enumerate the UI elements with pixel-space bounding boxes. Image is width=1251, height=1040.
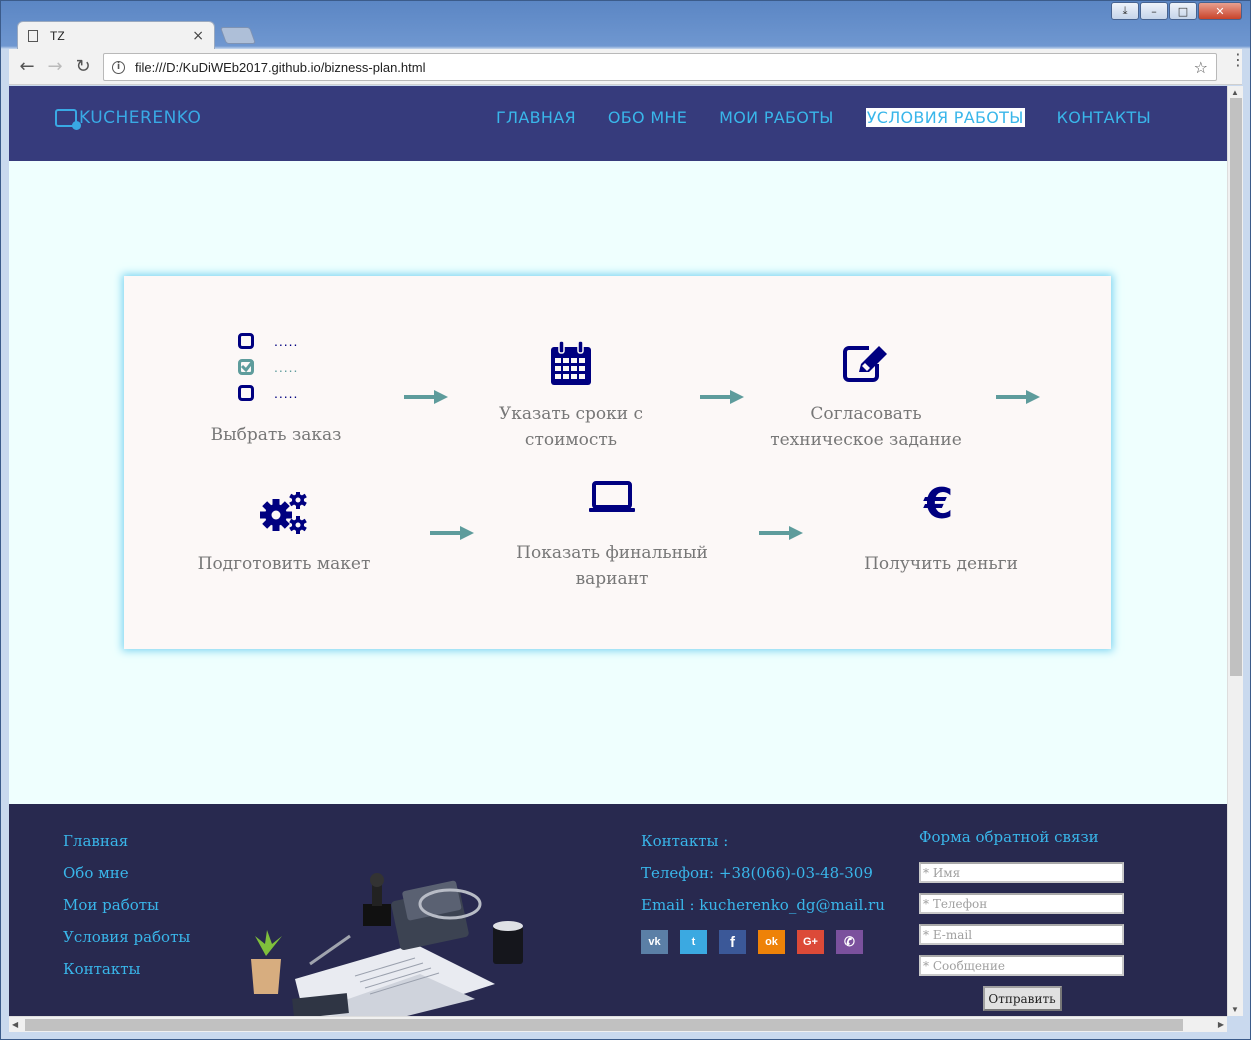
tab-close-icon[interactable]: × <box>192 28 204 44</box>
google-plus-icon[interactable]: G+ <box>797 930 824 954</box>
scroll-left-icon[interactable]: ◀ <box>12 1020 18 1029</box>
close-window-button[interactable]: ✕ <box>1198 2 1242 20</box>
nav-home[interactable]: ГЛАВНАЯ <box>496 108 576 127</box>
viber-icon[interactable]: ✆ <box>836 930 863 954</box>
nav-terms[interactable]: УСЛОВИЯ РАБОТЫ <box>865 108 1025 127</box>
step-label-show-final: Показать финальный вариант <box>516 543 708 589</box>
stationery-mockup-image <box>251 873 523 1016</box>
footer-link-home[interactable]: Главная <box>63 832 190 864</box>
arrow-right-icon <box>430 526 474 540</box>
bookmark-star-icon[interactable]: ☆ <box>1194 58 1208 77</box>
step-label-set-terms: Указать сроки с стоимость <box>498 404 644 450</box>
message-field[interactable] <box>919 955 1124 976</box>
horizontal-scrollbar[interactable]: ◀ ▶ <box>9 1016 1227 1032</box>
vk-icon[interactable]: vk <box>641 930 668 954</box>
email-field[interactable] <box>919 924 1124 945</box>
site-header: KUCHERENKO ГЛАВНАЯ ОБО МНЕ МОИ РАБОТЫ УС… <box>9 86 1227 161</box>
new-tab-button[interactable] <box>219 27 257 44</box>
name-field[interactable] <box>919 862 1124 883</box>
social-links: vk t f ok G+ ✆ <box>641 930 885 962</box>
info-icon[interactable]: i <box>112 60 125 74</box>
euro-icon: € <box>924 479 954 528</box>
arrow-right-icon <box>996 390 1040 404</box>
odnoklassniki-icon[interactable]: ok <box>758 930 785 954</box>
footer-link-contacts[interactable]: Контакты <box>63 960 190 992</box>
edit-icon <box>843 346 887 382</box>
site-logo[interactable]: KUCHERENKO <box>55 108 202 130</box>
step-label-get-money: Получить деньги <box>864 554 1018 574</box>
nav-about[interactable]: ОБО МНЕ <box>608 108 687 127</box>
laptop-icon <box>589 481 635 512</box>
url-text[interactable]: file:///D:/KuDiWEb2017.github.io/bizness… <box>135 60 1194 75</box>
browser-toolbar: ← → ↻ i file:///D:/KuDiWEb2017.github.io… <box>9 49 1246 85</box>
site-footer: Главная Обо мне Мои работы Условия работ… <box>9 804 1227 1016</box>
step-label-agree-spec: Согласовать техническое задание <box>770 404 962 450</box>
logo-text: KUCHERENKO <box>79 108 202 128</box>
forward-button[interactable]: → <box>41 53 69 81</box>
footer-link-terms[interactable]: Условия работы <box>63 928 190 960</box>
twitter-icon[interactable]: t <box>680 930 707 954</box>
nav-works[interactable]: МОИ РАБОТЫ <box>719 108 834 127</box>
nav-contacts[interactable]: КОНТАКТЫ <box>1057 108 1151 127</box>
browser-menu-icon[interactable]: ⋮ <box>1230 52 1246 68</box>
back-button[interactable]: ← <box>13 53 41 81</box>
footer-link-about[interactable]: Обо мне <box>63 864 190 896</box>
contact-phone[interactable]: Телефон: +38(066)-03-48-309 <box>641 864 885 896</box>
contacts-title: Контакты : <box>641 832 729 850</box>
horizontal-scroll-thumb[interactable] <box>25 1019 1183 1031</box>
footer-nav: Главная Обо мне Мои работы Условия работ… <box>63 832 190 992</box>
contact-email[interactable]: Email : kucherenko_dg@mail.ru <box>641 896 885 928</box>
phone-field[interactable] <box>919 893 1124 914</box>
scroll-down-icon[interactable]: ▼ <box>1231 1005 1239 1014</box>
window-controls: ⤓ – □ ✕ <box>1111 2 1242 20</box>
step-label-choose-order: Выбрать заказ <box>210 425 342 445</box>
minimize-button[interactable]: – <box>1140 2 1168 20</box>
scroll-right-icon[interactable]: ▶ <box>1218 1020 1224 1029</box>
restore-icon[interactable]: ⤓ <box>1111 2 1139 20</box>
scroll-up-icon[interactable]: ▲ <box>1231 88 1239 97</box>
logo-icon <box>55 109 81 130</box>
document-icon <box>28 29 38 42</box>
main-nav: ГЛАВНАЯ ОБО МНЕ МОИ РАБОТЫ УСЛОВИЯ РАБОТ… <box>496 108 1151 127</box>
maximize-button[interactable]: □ <box>1169 2 1197 20</box>
page-viewport: KUCHERENKO ГЛАВНАЯ ОБО МНЕ МОИ РАБОТЫ УС… <box>9 86 1227 1016</box>
submit-button[interactable]: Отправить <box>982 986 1062 1011</box>
checklist-icon: ..... ..... ..... <box>238 328 298 406</box>
feedback-form: Форма обратной связи Отправить <box>919 828 1125 1011</box>
vertical-scrollbar[interactable]: ▲ ▼ <box>1227 86 1243 1016</box>
facebook-icon[interactable]: f <box>719 930 746 954</box>
gears-icon <box>260 492 307 534</box>
browser-tab[interactable]: TZ × <box>17 21 215 49</box>
vertical-scroll-thumb[interactable] <box>1230 98 1242 676</box>
workflow-card: ..... ..... ..... Выбрать заказ Указать … <box>124 276 1111 649</box>
footer-link-works[interactable]: Мои работы <box>63 896 190 928</box>
step-label-prepare-mockup: Подготовить макет <box>197 554 371 574</box>
footer-contacts: Контакты : Телефон: +38(066)-03-48-309 E… <box>641 832 885 962</box>
reload-button[interactable]: ↻ <box>69 53 97 81</box>
calendar-icon <box>551 341 591 385</box>
browser-window: ⤓ – □ ✕ TZ × ← → ↻ i file:///D:/KuDiWEb2… <box>0 0 1251 1040</box>
tab-strip: TZ × <box>9 19 609 49</box>
arrow-right-icon <box>759 526 803 540</box>
form-title: Форма обратной связи <box>919 828 1099 846</box>
arrow-right-icon <box>700 390 744 404</box>
address-bar[interactable]: i file:///D:/KuDiWEb2017.github.io/bizne… <box>103 53 1217 81</box>
tab-title: TZ <box>50 28 65 43</box>
arrow-right-icon <box>404 390 448 404</box>
